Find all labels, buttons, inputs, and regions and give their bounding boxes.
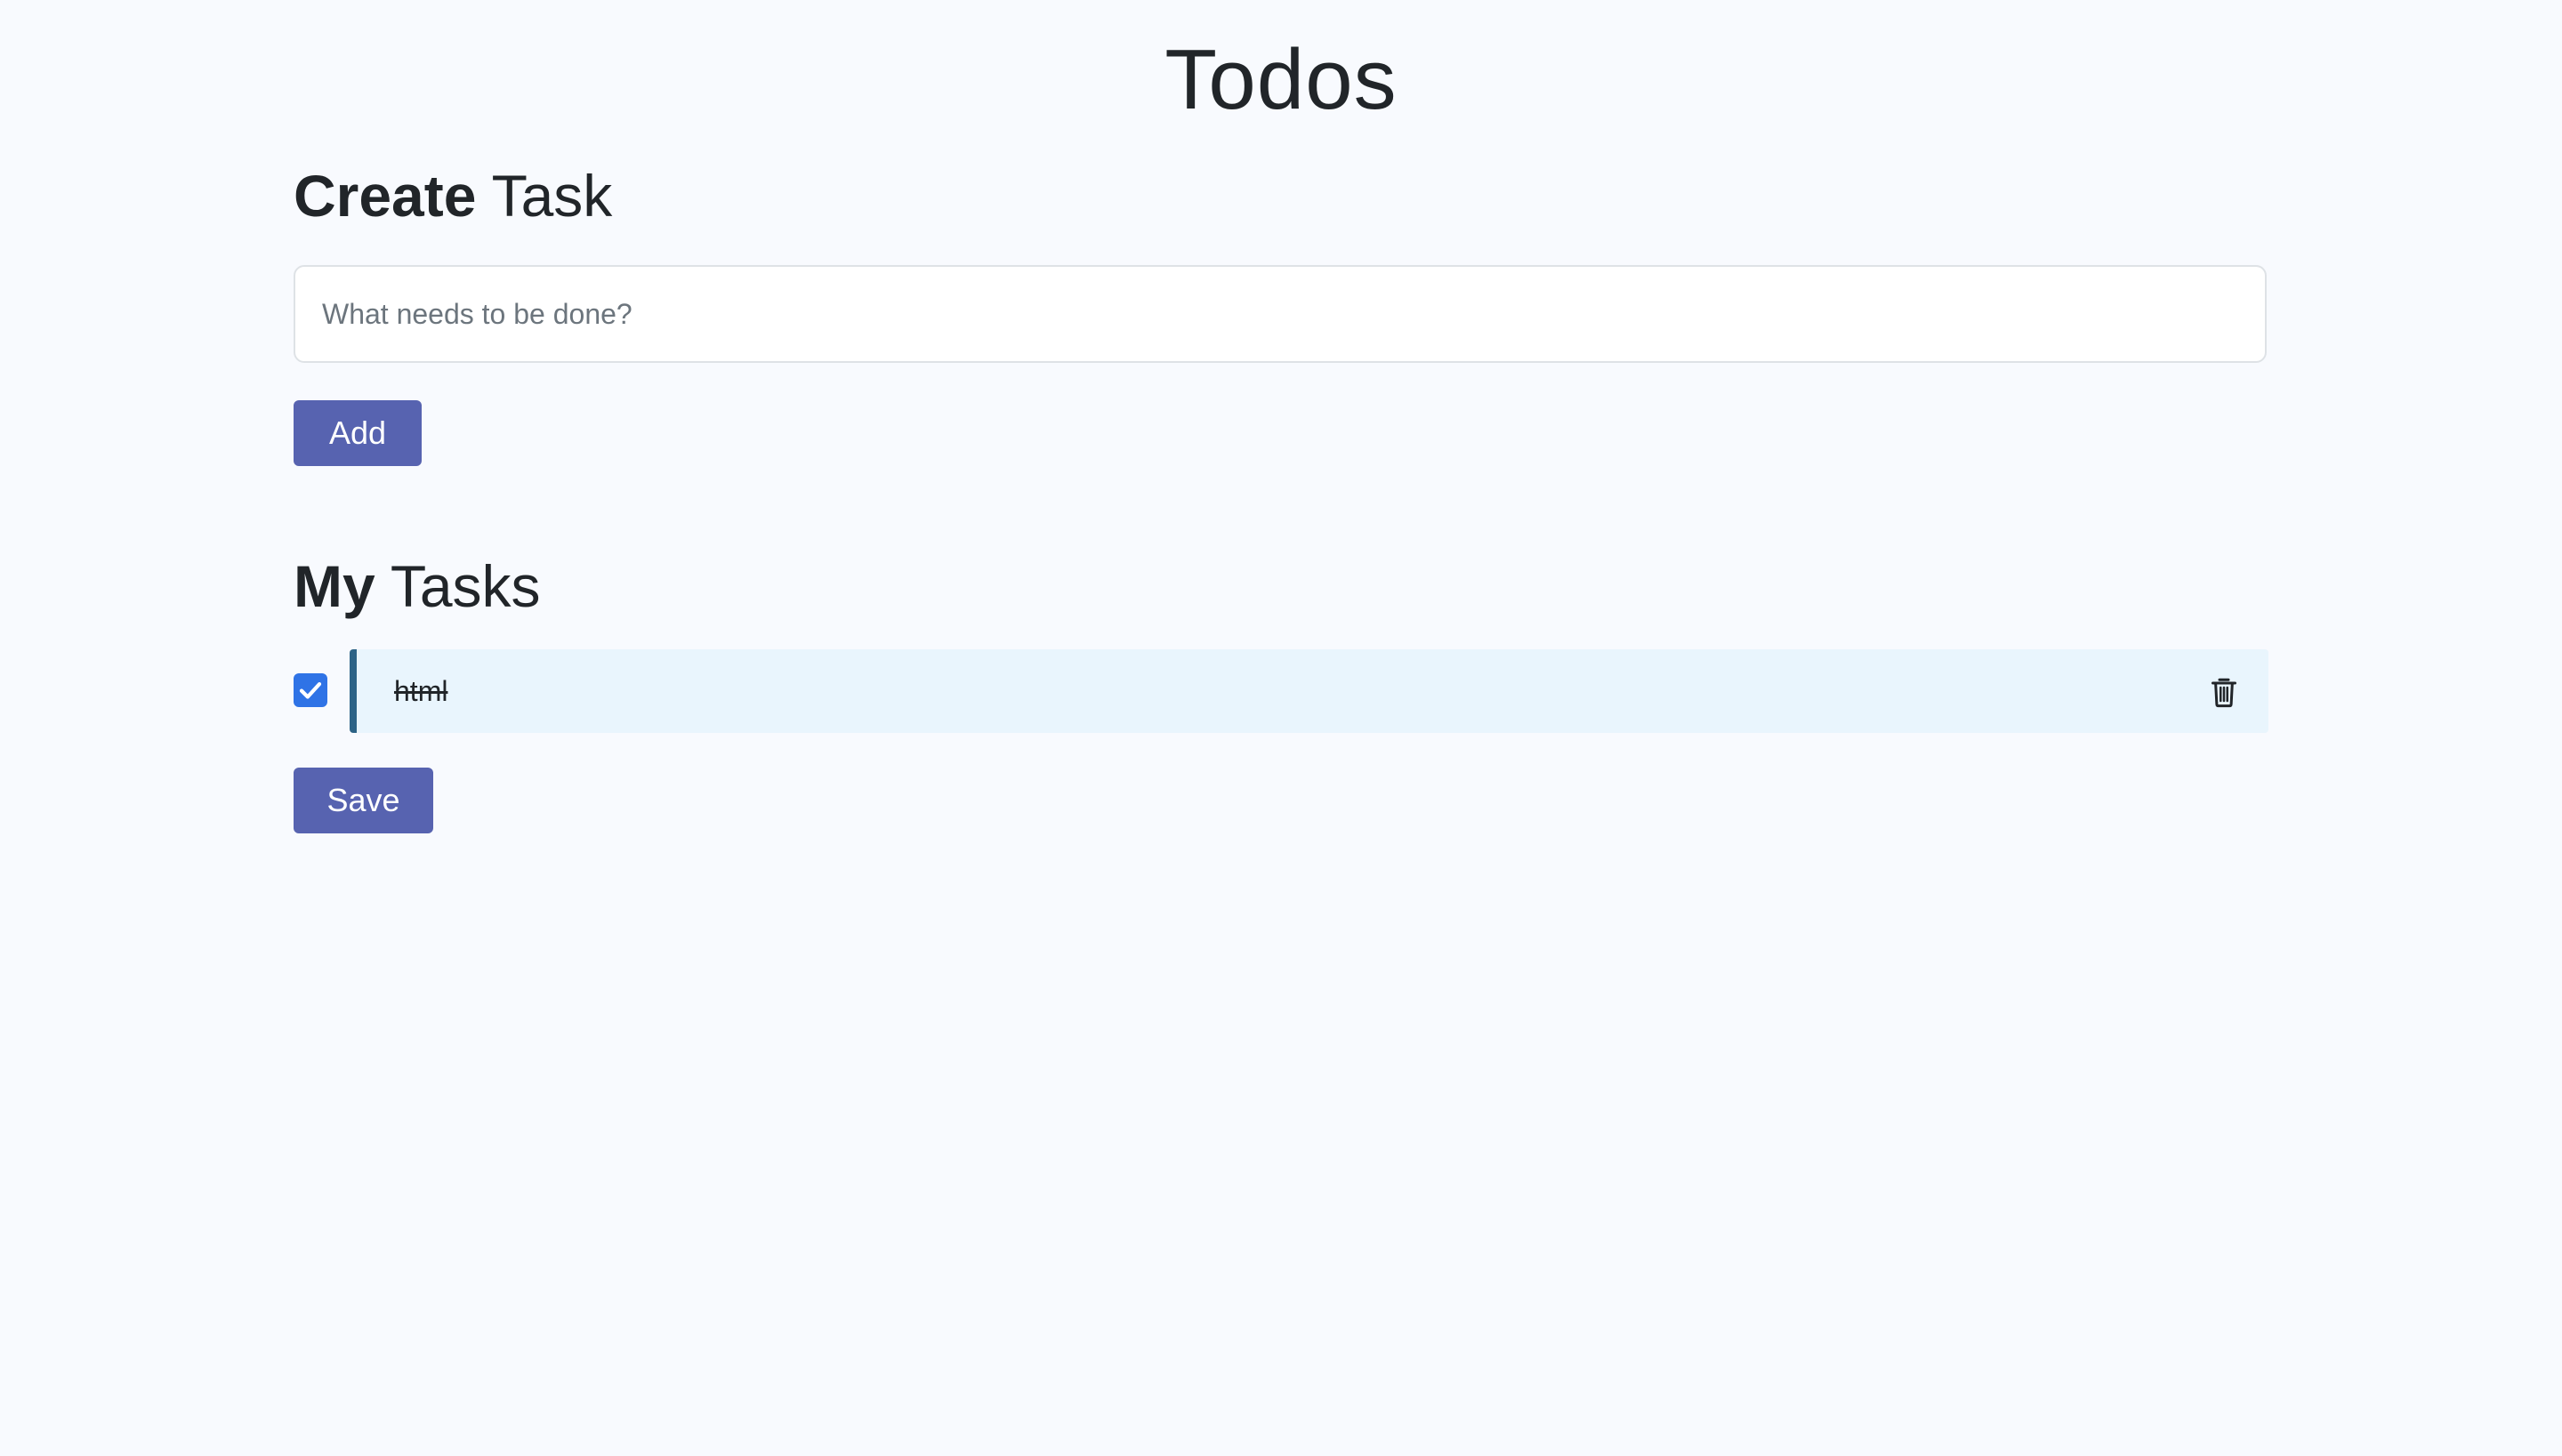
task-text[interactable]: html — [394, 649, 447, 733]
task-complete-checkbox[interactable] — [294, 673, 327, 707]
new-task-input[interactable] — [294, 265, 2267, 363]
create-heading-rest: Task — [476, 163, 613, 229]
task-card: html — [350, 649, 2268, 733]
create-task-heading: Create Task — [294, 160, 612, 231]
tasks-heading-strong: My — [294, 553, 375, 619]
page-title: Todos — [1164, 32, 1398, 127]
save-button[interactable]: Save — [294, 768, 433, 833]
tasks-heading-rest: Tasks — [375, 553, 541, 619]
trash-icon[interactable] — [2206, 674, 2242, 710]
task-item: html — [294, 649, 2268, 733]
add-button[interactable]: Add — [294, 400, 422, 466]
my-tasks-heading: My Tasks — [294, 551, 541, 622]
checkmark-icon — [299, 682, 322, 699]
create-heading-strong: Create — [294, 163, 477, 229]
